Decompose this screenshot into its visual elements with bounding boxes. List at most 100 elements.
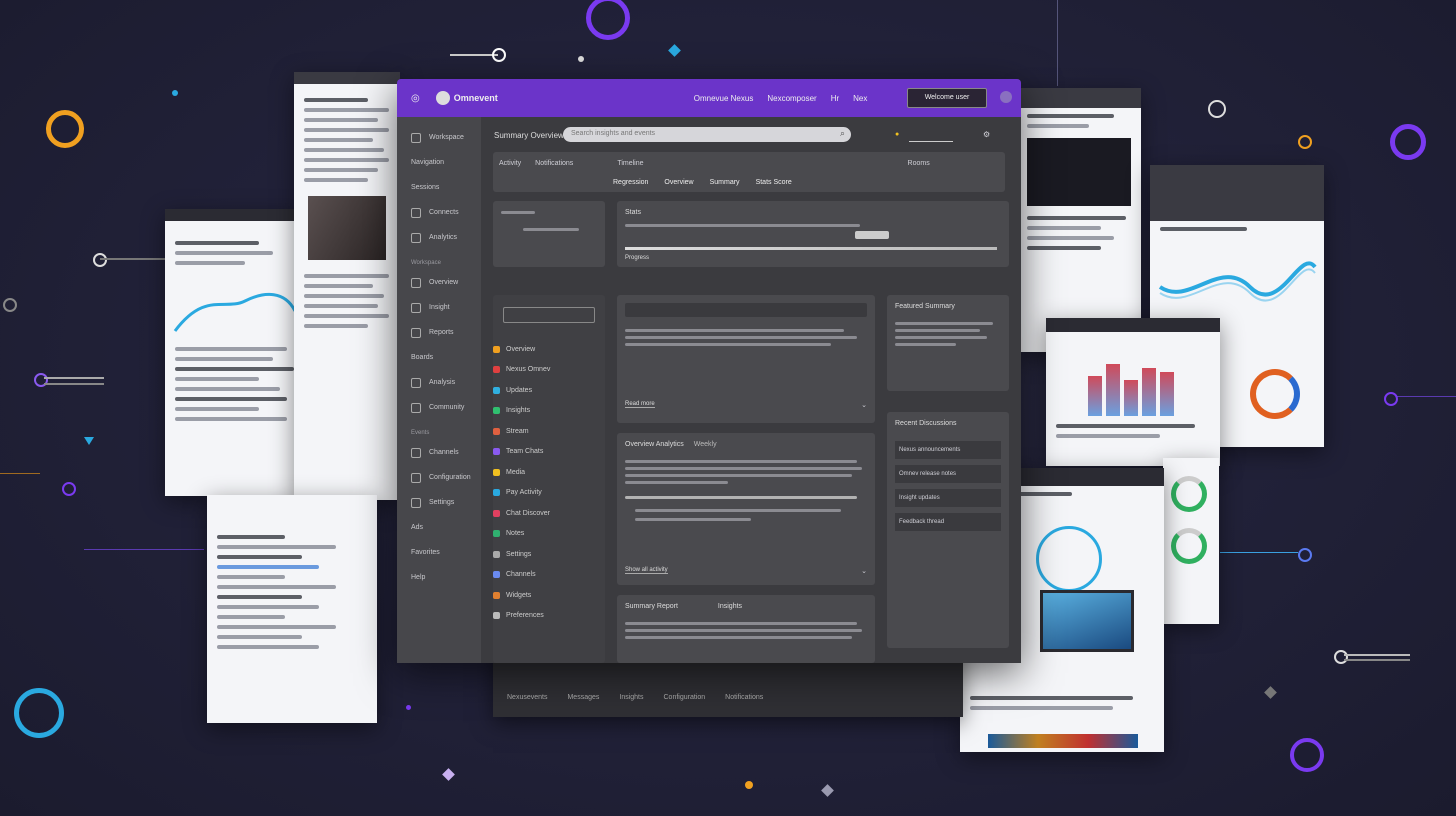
orbit-diagram (1036, 526, 1102, 592)
discussion-item[interactable]: Insight updates (895, 489, 1001, 507)
channel-icon (493, 366, 500, 374)
channel-item[interactable]: Pay Activity (493, 483, 605, 504)
show-more-link[interactable]: Show all activity (625, 567, 668, 574)
filter-chip[interactable]: Regression (613, 179, 648, 186)
triangle-shape (84, 437, 94, 445)
footer-item[interactable]: Configuration (664, 694, 706, 701)
tab[interactable]: Activity (499, 160, 521, 167)
sidebar-item[interactable]: Community (397, 395, 481, 420)
feed-post: Overview Analytics Weekly Show all activ… (617, 433, 875, 585)
channel-item[interactable]: Media (493, 462, 605, 483)
sidebar-item[interactable]: Reports (397, 320, 481, 345)
channel-label: Insights (506, 407, 531, 415)
diamond-shape (821, 784, 834, 797)
swirl-logo-icon (586, 0, 630, 40)
ring-icon (62, 482, 76, 496)
sidebar-item[interactable]: Workspace (397, 125, 481, 150)
wave-chart (173, 292, 297, 332)
preview-panel-bars (1046, 318, 1220, 466)
sidebar-item[interactable]: Settings (397, 490, 481, 515)
discussion-item[interactable]: Nexus announcements (895, 441, 1001, 459)
dot-shape (172, 90, 178, 96)
sidebar-item[interactable]: Sessions (397, 175, 481, 200)
sidebar-item[interactable]: Favorites (397, 540, 481, 565)
nav-item[interactable]: Nex (853, 94, 867, 103)
filter-chip[interactable]: Stats Score (756, 179, 792, 186)
channel-label: Pay Activity (506, 489, 542, 497)
gear-icon[interactable]: ⚙ (983, 130, 990, 139)
ring-icon (93, 253, 107, 267)
sidebar-item[interactable]: Analytics (397, 225, 481, 250)
ring-icon (1208, 100, 1226, 118)
filter-chip[interactable]: Summary (710, 179, 740, 186)
filter-chip[interactable]: Overview (664, 179, 693, 186)
footer-item[interactable]: Insights (619, 694, 643, 701)
discussion-item[interactable]: Omnev release notes (895, 465, 1001, 483)
channel-item[interactable]: Settings (493, 544, 605, 565)
sidebar-item[interactable]: Ads (397, 515, 481, 540)
channel-item[interactable]: Insights (493, 401, 605, 422)
diamond-shape (442, 768, 455, 781)
sidebar-item[interactable]: Insight (397, 295, 481, 320)
ring-icon (1298, 548, 1312, 562)
sidebar: Workspace Navigation Sessions Connects A… (397, 117, 481, 663)
channel-item[interactable]: Chat Discover (493, 503, 605, 524)
sidebar-item[interactable]: Analysis (397, 370, 481, 395)
chevron-down-icon[interactable]: ⌄ (861, 401, 867, 409)
sidebar-item[interactable]: Navigation (397, 150, 481, 175)
sidebar-item[interactable]: Configuration (397, 465, 481, 490)
chevron-down-icon[interactable]: ⌄ (861, 567, 867, 575)
divider-line (44, 377, 104, 379)
nav-item[interactable]: Nexcomposer (767, 94, 816, 103)
feed-post: Summary Report Insights (617, 595, 875, 663)
read-more-link[interactable]: Read more (625, 401, 655, 408)
nav-item[interactable]: Omnevue Nexus (694, 94, 754, 103)
info-card (493, 201, 605, 267)
diamond-shape (668, 44, 681, 57)
footer-item[interactable]: Messages (567, 694, 599, 701)
swirl-logo-icon (1390, 124, 1426, 160)
channel-item[interactable]: Updates (493, 380, 605, 401)
sidebar-item[interactable]: Connects (397, 200, 481, 225)
channel-label: Nexus Omnev (506, 366, 551, 374)
search-input[interactable]: Search insights and events ⌕ (563, 127, 851, 142)
channel-item[interactable]: Channels (493, 565, 605, 586)
tab[interactable]: Notifications (535, 160, 573, 167)
preview-panel-left (165, 209, 305, 496)
sidebar-item[interactable]: Channels (397, 440, 481, 465)
sidebar-item[interactable]: Overview (397, 270, 481, 295)
tab[interactable]: Rooms (908, 160, 930, 167)
channel-item[interactable]: Preferences (493, 606, 605, 627)
donut-chart (1250, 369, 1300, 419)
bell-icon[interactable]: ● (895, 131, 899, 138)
divider-line (1344, 654, 1410, 656)
featured-title: Featured Summary (895, 303, 955, 310)
divider-line (450, 54, 498, 56)
channel-item[interactable]: Stream (493, 421, 605, 442)
search-icon[interactable]: ⌕ (840, 128, 845, 139)
discussion-item[interactable]: Feedback thread (895, 513, 1001, 531)
divider-line (84, 549, 204, 550)
nav-item[interactable]: Hr (831, 94, 839, 103)
swirl-logo-icon (1290, 738, 1324, 772)
sidebar-item[interactable]: Help (397, 565, 481, 590)
discussions-card: Recent Discussions Nexus announcements O… (887, 412, 1009, 648)
sidebar-item[interactable]: Boards (397, 345, 481, 370)
channel-icon (493, 468, 500, 476)
channel-item[interactable]: Widgets (493, 585, 605, 606)
footer-item[interactable]: Notifications (725, 694, 763, 701)
gauge-icon (1171, 528, 1207, 564)
channel-label: Media (506, 468, 526, 476)
divider-line (1220, 552, 1298, 553)
channel-item[interactable]: Overview (493, 339, 605, 360)
post-title: Summary Report (625, 603, 678, 610)
header-button[interactable]: Welcome user (907, 88, 987, 108)
user-menu[interactable] (909, 131, 953, 142)
channel-item[interactable]: Notes (493, 524, 605, 545)
avatar[interactable] (1000, 91, 1012, 103)
post-title: Overview Analytics (625, 441, 684, 448)
channel-item[interactable]: Nexus Omnev (493, 360, 605, 381)
dot-shape (406, 705, 411, 710)
channel-item[interactable]: Team Chats (493, 442, 605, 463)
tab[interactable]: Timeline (617, 160, 643, 167)
